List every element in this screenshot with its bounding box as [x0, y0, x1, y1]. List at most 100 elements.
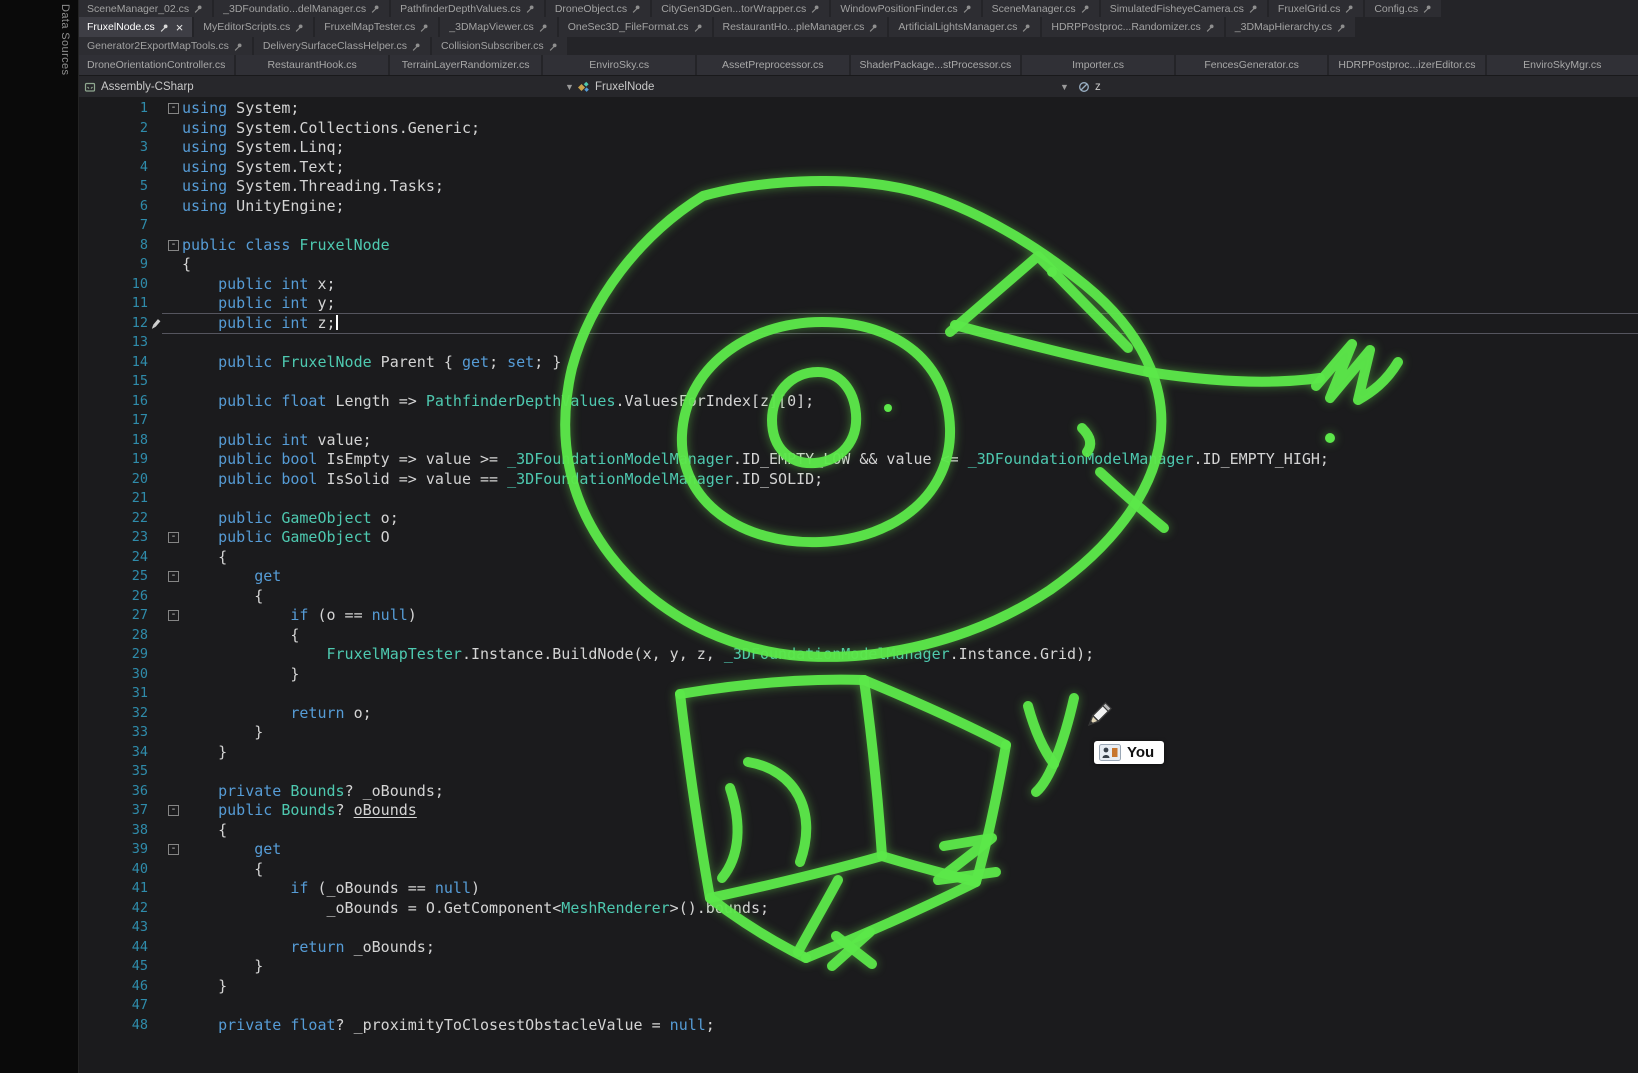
- project-dropdown[interactable]: Assembly-CSharp: [84, 76, 194, 98]
- file-tab-assetpreprocessor-cs[interactable]: AssetPreprocessor.cs: [697, 55, 849, 75]
- code-text: public int x;: [182, 275, 1638, 295]
- member-dropdown[interactable]: z: [1078, 76, 1101, 98]
- code-line-5[interactable]: 5using System.Threading.Tasks;: [78, 177, 1638, 197]
- code-line-44[interactable]: 44 return _oBounds;: [78, 938, 1638, 958]
- file-tab-deliverysurfaceclasshelper-cs[interactable]: DeliverySurfaceClassHelper.cs: [254, 37, 430, 55]
- code-line-7[interactable]: 7: [78, 216, 1638, 236]
- code-line-19[interactable]: 19 public bool IsEmpty => value >= _3DFo…: [78, 450, 1638, 470]
- code-line-46[interactable]: 46 }: [78, 977, 1638, 997]
- code-line-39[interactable]: 39- get: [78, 840, 1638, 860]
- file-tab-fruxelmaptester-cs[interactable]: FruxelMapTester.cs: [315, 17, 438, 37]
- code-line-13[interactable]: 13: [78, 333, 1638, 353]
- file-tab-enviroskymgr-cs[interactable]: EnviroSkyMgr.cs: [1487, 55, 1638, 75]
- code-editor[interactable]: 1-using System;2using System.Collections…: [78, 97, 1638, 1073]
- fold-toggle[interactable]: -: [156, 236, 182, 256]
- code-line-33[interactable]: 33 }: [78, 723, 1638, 743]
- code-line-29[interactable]: 29 FruxelMapTester.Instance.BuildNode(x,…: [78, 645, 1638, 665]
- code-line-1[interactable]: 1-using System;: [78, 99, 1638, 119]
- code-line-6[interactable]: 6using UnityEngine;: [78, 197, 1638, 217]
- code-line-37[interactable]: 37- public Bounds? oBounds: [78, 801, 1638, 821]
- file-tab-simulatedfisheyecamera-cs[interactable]: SimulatedFisheyeCamera.cs: [1101, 0, 1267, 17]
- code-line-42[interactable]: 42 _oBounds = O.GetComponent<MeshRendere…: [78, 899, 1638, 919]
- data-sources-tab[interactable]: Data Sources: [59, 4, 71, 75]
- file-tab-hdrppostproc-randomizer-cs[interactable]: HDRPPostproc...Randomizer.cs: [1042, 17, 1223, 37]
- code-line-4[interactable]: 4using System.Text;: [78, 158, 1638, 178]
- code-line-2[interactable]: 2using System.Collections.Generic;: [78, 119, 1638, 139]
- pin-icon: [420, 23, 429, 32]
- code-line-24[interactable]: 24 {: [78, 548, 1638, 568]
- chevron-down-icon[interactable]: ▼: [1060, 76, 1069, 98]
- type-dropdown[interactable]: FruxelNode: [578, 76, 654, 98]
- code-line-30[interactable]: 30 }: [78, 665, 1638, 685]
- file-tab-importer-cs[interactable]: Importer.cs: [1022, 55, 1174, 75]
- file-tab--3dmapviewer-cs[interactable]: _3DMapViewer.cs: [440, 17, 556, 37]
- code-line-3[interactable]: 3using System.Linq;: [78, 138, 1638, 158]
- code-line-20[interactable]: 20 public bool IsSolid => value == _3DFo…: [78, 470, 1638, 490]
- file-tab-envirosky-cs[interactable]: EnviroSky.cs: [543, 55, 695, 75]
- code-text: {: [182, 626, 1638, 646]
- code-line-43[interactable]: 43: [78, 918, 1638, 938]
- fold-toggle[interactable]: -: [156, 606, 182, 626]
- code-line-34[interactable]: 34 }: [78, 743, 1638, 763]
- code-line-10[interactable]: 10 public int x;: [78, 275, 1638, 295]
- code-line-31[interactable]: 31: [78, 684, 1638, 704]
- field-icon: [1078, 81, 1090, 93]
- code-line-12[interactable]: 12 public int z;: [78, 314, 1638, 334]
- fold-toggle[interactable]: -: [156, 801, 182, 821]
- code-line-45[interactable]: 45 }: [78, 957, 1638, 977]
- code-line-35[interactable]: 35: [78, 762, 1638, 782]
- code-line-28[interactable]: 28 {: [78, 626, 1638, 646]
- code-line-36[interactable]: 36 private Bounds? _oBounds;: [78, 782, 1638, 802]
- code-line-16[interactable]: 16 public float Length => PathfinderDept…: [78, 392, 1638, 412]
- chevron-down-icon[interactable]: ▼: [565, 76, 574, 98]
- file-tab-scenemanager-cs[interactable]: SceneManager.cs: [983, 0, 1099, 17]
- code-line-26[interactable]: 26 {: [78, 587, 1638, 607]
- fold-toggle[interactable]: -: [156, 99, 182, 119]
- file-tab-onesec3d-fileformat-cs[interactable]: OneSec3D_FileFormat.cs: [559, 17, 712, 37]
- file-tab-restauranthook-cs[interactable]: RestaurantHook.cs: [236, 55, 388, 75]
- code-line-17[interactable]: 17: [78, 411, 1638, 431]
- code-line-27[interactable]: 27- if (o == null): [78, 606, 1638, 626]
- file-tab--3dmaphierarchy-cs[interactable]: _3DMapHierarchy.cs: [1226, 17, 1355, 37]
- code-line-41[interactable]: 41 if (_oBounds == null): [78, 879, 1638, 899]
- code-line-11[interactable]: 11 public int y;: [78, 294, 1638, 314]
- file-tab-fencesgenerator-cs[interactable]: FencesGenerator.cs: [1176, 55, 1328, 75]
- file-tab-windowpositionfinder-cs[interactable]: WindowPositionFinder.cs: [831, 0, 980, 17]
- code-line-40[interactable]: 40 {: [78, 860, 1638, 880]
- tab-label: AssetPreprocessor.cs: [722, 59, 824, 71]
- code-line-22[interactable]: 22 public GameObject o;: [78, 509, 1638, 529]
- code-line-25[interactable]: 25- get: [78, 567, 1638, 587]
- code-line-8[interactable]: 8-public class FruxelNode: [78, 236, 1638, 256]
- file-tab-shaderpackage-stprocessor-cs[interactable]: ShaderPackage...stProcessor.cs: [851, 55, 1021, 75]
- file-tab-droneobject-cs[interactable]: DroneObject.cs: [546, 0, 650, 17]
- file-tab-artificiallightsmanager-cs[interactable]: ArtificialLightsManager.cs: [889, 17, 1040, 37]
- fold-toggle[interactable]: -: [156, 840, 182, 860]
- code-line-15[interactable]: 15: [78, 372, 1638, 392]
- file-tab-droneorientationcontroller-cs[interactable]: DroneOrientationController.cs: [78, 55, 234, 75]
- code-line-21[interactable]: 21: [78, 489, 1638, 509]
- code-line-18[interactable]: 18 public int value;: [78, 431, 1638, 451]
- fold-toggle[interactable]: -: [156, 567, 182, 587]
- code-line-9[interactable]: 9{: [78, 255, 1638, 275]
- close-icon[interactable]: ×: [176, 21, 184, 34]
- file-tab-citygen3dgen-torwrapper-cs[interactable]: CityGen3DGen...torWrapper.cs: [652, 0, 829, 17]
- file-tab-config-cs[interactable]: Config.cs: [1365, 0, 1441, 17]
- file-tab-myeditorscripts-cs[interactable]: MyEditorScripts.cs: [194, 17, 313, 37]
- code-line-32[interactable]: 32 return o;: [78, 704, 1638, 724]
- file-tab-hdrppostproc-izereditor-cs[interactable]: HDRPPostproc...izerEditor.cs: [1329, 55, 1484, 75]
- file-tab--3dfoundatio-delmanager-cs[interactable]: _3DFoundatio...delManager.cs: [214, 0, 389, 17]
- code-line-38[interactable]: 38 {: [78, 821, 1638, 841]
- file-tab-pathfinderdepthvalues-cs[interactable]: PathfinderDepthValues.cs: [391, 0, 544, 17]
- file-tab-generator2exportmaptools-cs[interactable]: Generator2ExportMapTools.cs: [78, 37, 252, 55]
- code-line-47[interactable]: 47: [78, 996, 1638, 1016]
- fold-toggle[interactable]: -: [156, 528, 182, 548]
- code-line-48[interactable]: 48 private float? _proximityToClosestObs…: [78, 1016, 1638, 1036]
- file-tab-fruxelgrid-cs[interactable]: FruxelGrid.cs: [1269, 0, 1363, 17]
- file-tab-collisionsubscriber-cs[interactable]: CollisionSubscriber.cs: [432, 37, 567, 55]
- file-tab-scenemanager-02-cs[interactable]: SceneManager_02.cs: [78, 0, 212, 17]
- code-line-14[interactable]: 14 public FruxelNode Parent { get; set; …: [78, 353, 1638, 373]
- file-tab-fruxelnode-cs[interactable]: FruxelNode.cs×: [78, 17, 192, 37]
- file-tab-restaurantho-plemanager-cs[interactable]: RestaurantHo...pleManager.cs: [714, 17, 888, 37]
- code-line-23[interactable]: 23- public GameObject O: [78, 528, 1638, 548]
- file-tab-terrainlayerrandomizer-cs[interactable]: TerrainLayerRandomizer.cs: [390, 55, 542, 75]
